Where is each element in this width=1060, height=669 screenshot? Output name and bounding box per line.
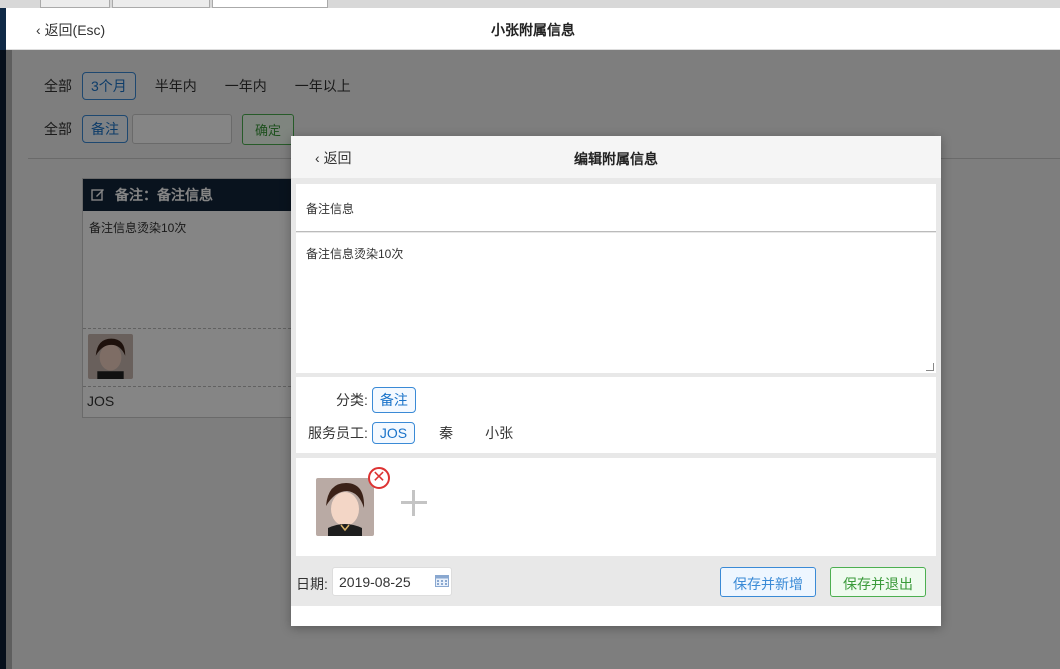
edit-modal: ‹ 返回 编辑附属信息 备注信息 备注信息烫染10次 分类: 备注 服务员工: … <box>291 136 941 626</box>
modal-body: ‹ 返回 编辑附属信息 备注信息 备注信息烫染10次 分类: 备注 服务员工: … <box>291 136 941 606</box>
browser-tab-active[interactable] <box>212 0 328 8</box>
page-title: 小张附属信息 <box>491 22 575 38</box>
staff-chip-qin[interactable]: 秦 <box>431 420 461 446</box>
photo-panel: ✕ <box>296 458 936 556</box>
staff-row: 服务员工: JOS 秦 小张 <box>308 420 531 446</box>
page-header: ‹ 返回(Esc) 小张附属信息 <box>6 8 1060 50</box>
content-textarea[interactable]: 备注信息烫染10次 <box>296 233 936 373</box>
category-row: 分类: 备注 <box>336 387 426 413</box>
save-and-new-button[interactable]: 保存并新增 <box>720 567 816 597</box>
uploaded-photo[interactable] <box>316 478 374 536</box>
options-panel: 分类: 备注 服务员工: JOS 秦 小张 <box>296 377 936 453</box>
browser-tab[interactable] <box>40 0 110 8</box>
title-field[interactable]: 备注信息 <box>296 184 936 232</box>
modal-header: ‹ 返回 编辑附属信息 <box>291 136 941 178</box>
staff-label: 服务员工: <box>308 425 368 441</box>
content-text: 备注信息烫染10次 <box>306 247 404 261</box>
remove-photo-icon[interactable]: ✕ <box>368 467 390 489</box>
browser-tab[interactable] <box>112 0 210 8</box>
modal-title: 编辑附属信息 <box>574 151 658 167</box>
calendar-icon[interactable] <box>435 574 449 587</box>
date-label: 日期: <box>296 576 328 592</box>
date-input[interactable]: 2019-08-25 <box>332 567 452 596</box>
modal-footer: 日期: 2019-08-25 保存并新增 保存并退出 <box>291 559 941 605</box>
category-label: 分类: <box>336 392 368 408</box>
category-chip-note[interactable]: 备注 <box>371 387 416 413</box>
resize-grip-icon[interactable] <box>926 363 934 371</box>
browser-tab-strip <box>0 0 1060 8</box>
add-photo-icon[interactable] <box>399 488 429 518</box>
save-and-exit-button[interactable]: 保存并退出 <box>830 567 926 597</box>
staff-chip-jos[interactable]: JOS <box>371 422 416 444</box>
sidebar-shade <box>0 50 12 669</box>
staff-chip-xiaozhang[interactable]: 小张 <box>477 420 521 446</box>
